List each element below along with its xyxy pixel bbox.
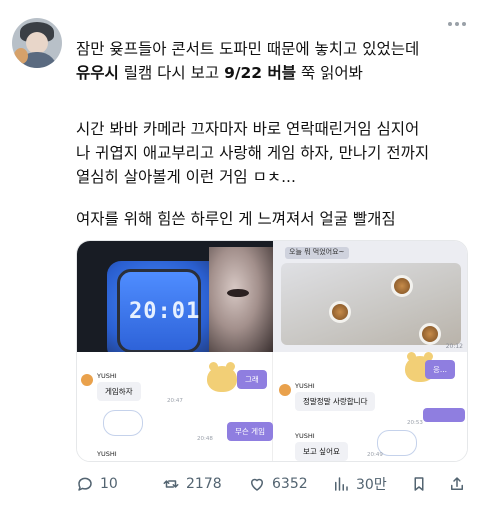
ghost-sticker [377, 430, 417, 456]
ghost-sticker [103, 410, 143, 436]
eye-shape [227, 289, 249, 297]
phone-time: 20:01 [129, 299, 201, 324]
post-line-5: 열심히 살아볼게 이런 거임 ㅁㅊ... [76, 168, 296, 186]
sender-name: YUSHI [97, 372, 117, 380]
post-line-6: 여자를 위해 힘쓴 하루인 게 느껴져서 얼굴 빨개짐 [76, 210, 396, 228]
lamp-2 [391, 275, 413, 297]
reply-bubble [423, 408, 465, 422]
lamp-1 [329, 301, 351, 323]
retweet-count: 2178 [186, 476, 222, 492]
chat-photo[interactable]: 오늘 뭐 먹었어요~ 20:12 [273, 241, 467, 352]
avatar-kid [14, 48, 28, 64]
timestamp: 20:49 [367, 452, 383, 458]
photo-caption: 오늘 뭐 먹었어요~ [289, 248, 345, 256]
view-count: 30만 [356, 477, 387, 493]
retweet-button[interactable]: 2178 [162, 475, 222, 493]
views-button[interactable]: 30만 [332, 474, 387, 494]
timestamp: 20:53 [407, 420, 423, 426]
post-line-3: 시간 봐바 카메라 끄자마자 바로 연락때린거임 심지어 [76, 120, 420, 138]
message-game: 게임하자 [97, 382, 141, 401]
reply-button[interactable]: 10 [76, 475, 118, 493]
sender-name: YUSHI [295, 432, 315, 440]
sender-name: YUSHI [295, 382, 315, 390]
bookmark-icon [414, 477, 424, 491]
reply-geurae: 그래 [237, 370, 267, 389]
post-bold-name: 유우시 [76, 64, 119, 82]
post-line-2-end: 쭉 읽어봐 [300, 64, 363, 82]
sender-avatar [81, 374, 93, 386]
analytics-icon [335, 477, 348, 491]
post-bold-date: 9/22 버블 [224, 64, 297, 82]
heart-icon [251, 478, 263, 491]
post-line-4: 나 귀엽지 애교부리고 사랑해 게임 하자, 만나기 전까지 [76, 144, 430, 162]
post-line-1: 잠만 윶프들아 콘서트 도파민 때문에 놓치고 있었는데 [76, 40, 420, 58]
face-shape [209, 247, 273, 352]
avatar[interactable] [12, 18, 62, 68]
chat-screenshots[interactable]: YUSHI 게임하자 20:47 그래 무슨 게임 20:48 YUSHI 응.… [77, 352, 467, 461]
post-line-2-mid: 릴캠 다시 보고 [123, 64, 220, 82]
retweet-icon [163, 480, 179, 488]
more-options-icon[interactable] [448, 22, 466, 28]
message-see: 보고 싶어요 [295, 442, 348, 461]
post-line-2: 유우시 릴캠 다시 보고 9/22 버블 쭉 읽어봐 [76, 62, 468, 84]
sender-avatar [279, 384, 291, 396]
reply-eung: 응... [425, 360, 456, 379]
bear-sticker [207, 362, 237, 392]
avatar-face [26, 32, 48, 54]
media-collage[interactable]: 20:01 오늘 뭐 먹었어요~ 20:12 YUSHI 게임하자 20:47 … [76, 240, 468, 462]
timestamp: 20:47 [167, 398, 183, 404]
sender-name: YUSHI [97, 450, 117, 458]
share-button[interactable] [448, 475, 466, 493]
bookmark-button[interactable] [410, 475, 428, 493]
share-icon [451, 477, 463, 490]
chat-divider [272, 352, 273, 461]
reply-what-game: 무슨 게임 [227, 422, 273, 441]
like-button[interactable]: 6352 [248, 475, 308, 493]
phone-photo[interactable]: 20:01 [77, 241, 273, 352]
message-love: 정말정말 사랑합니다 [295, 392, 376, 411]
timestamp: 20:48 [197, 436, 213, 442]
photo-timestamp: 20:12 [445, 343, 463, 350]
like-count: 6352 [272, 476, 308, 492]
reply-icon [78, 477, 92, 491]
reply-count: 10 [100, 476, 118, 492]
lamp-3 [419, 323, 441, 345]
action-bar: 10 2178 6352 30만 [76, 472, 468, 496]
